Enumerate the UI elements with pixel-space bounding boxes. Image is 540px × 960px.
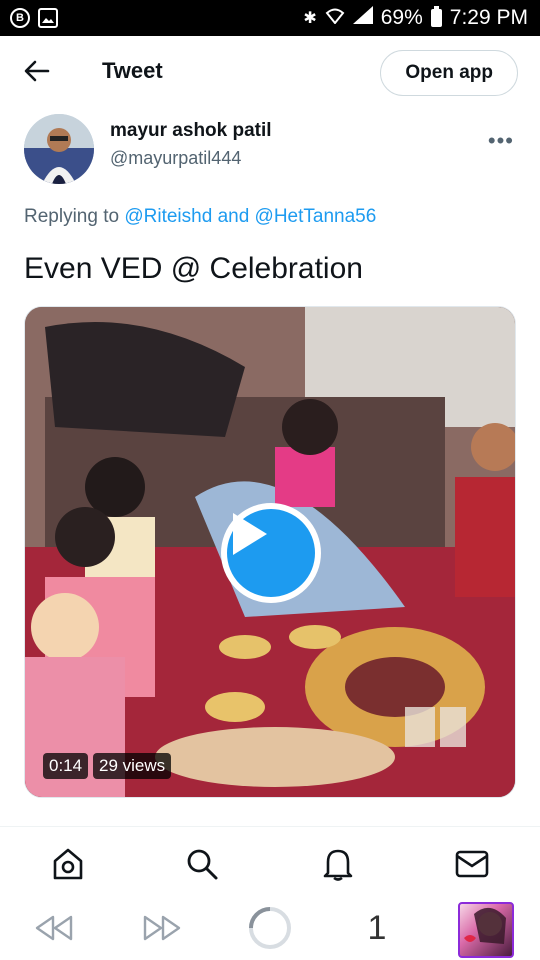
reply-user-link[interactable]: @Riteishd (124, 206, 212, 227)
tweet-text: Even VED @ Celebration (24, 252, 363, 285)
battery-percent: 69% (380, 6, 423, 29)
author-info: mayur ashok patil @mayurpatil444 (110, 120, 272, 169)
video-duration: 0:14 (43, 753, 89, 779)
b-app-icon: B (10, 8, 30, 28)
bluetooth-icon: ✱ (303, 10, 317, 27)
clock: 7:29 PM (449, 6, 528, 29)
reply-and: and (217, 206, 250, 227)
bottom-nav (0, 830, 540, 894)
page-title: Tweet (102, 58, 163, 83)
messages-icon[interactable] (452, 844, 492, 884)
reply-user-link[interactable]: @HetTanna56 (255, 206, 377, 227)
notifications-icon[interactable] (318, 844, 358, 884)
image-icon (38, 8, 58, 28)
avatar[interactable] (24, 114, 94, 184)
author-handle[interactable]: @mayurpatil444 (110, 148, 272, 169)
video-thumbnail[interactable]: 0:14 29 views (24, 306, 516, 798)
play-button[interactable] (221, 503, 321, 603)
divider (0, 826, 540, 827)
search-icon[interactable] (182, 844, 222, 884)
play-icon (233, 513, 267, 555)
back-arrow-icon[interactable] (22, 56, 52, 86)
tab-count[interactable]: 1 (360, 904, 394, 952)
browser-bar: 1 (0, 896, 540, 960)
loading-spinner-icon (246, 904, 294, 952)
signal-icon (352, 6, 373, 30)
video-views: 29 views (93, 753, 172, 779)
open-app-button[interactable]: Open app (380, 50, 518, 96)
fast-forward-icon[interactable] (140, 904, 184, 952)
profile-thumbnail[interactable] (458, 902, 514, 958)
author-name[interactable]: mayur ashok patil (110, 120, 272, 142)
status-bar: B ✱ 69% 7:29 PM (0, 0, 540, 36)
battery-icon (430, 6, 442, 27)
replying-to: Replying to @Riteishd and @HetTanna56 (24, 206, 376, 228)
tweet-header: Tweet Open app (0, 36, 540, 110)
replying-prefix: Replying to (24, 206, 120, 227)
home-icon[interactable] (48, 844, 88, 884)
more-options-icon[interactable]: ••• (488, 128, 514, 154)
wifi-icon (325, 8, 345, 29)
rewind-icon[interactable] (34, 904, 74, 952)
